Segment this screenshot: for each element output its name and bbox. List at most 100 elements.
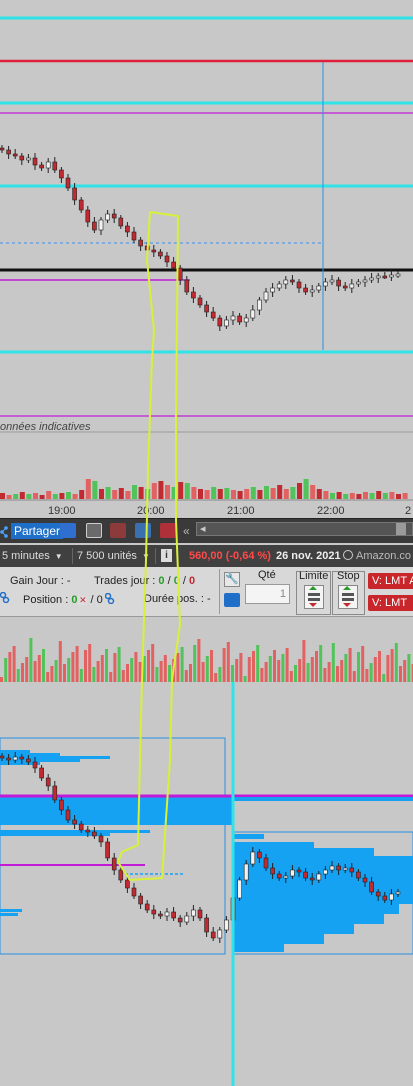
- candle: [336, 865, 341, 871]
- volume-bar: [79, 490, 85, 499]
- volume-bar: [63, 664, 66, 683]
- candle: [369, 881, 374, 893]
- volume-bar: [244, 489, 250, 499]
- volume-bar: [268, 656, 272, 683]
- volume-bar: [118, 488, 124, 499]
- share-button[interactable]: Partager: [0, 522, 64, 540]
- volume-bar: [224, 488, 230, 499]
- candle: [59, 169, 64, 179]
- volume-bar: [399, 666, 402, 683]
- volume-bar: [29, 638, 33, 683]
- volume-bar: [125, 491, 131, 499]
- candle: [111, 857, 117, 871]
- candle: [342, 285, 348, 289]
- order-book-icon[interactable]: [110, 523, 126, 538]
- volume-bar: [50, 666, 54, 683]
- sell-limit-button-2[interactable]: V: LMT: [368, 595, 413, 611]
- candle: [131, 887, 137, 897]
- candle: [224, 319, 229, 327]
- tool-icon[interactable]: [160, 523, 176, 538]
- volume-bar: [112, 490, 118, 499]
- volume-bar: [327, 662, 331, 683]
- info-icon[interactable]: i: [161, 549, 172, 562]
- candle: [0, 755, 5, 759]
- limit-order-icon[interactable]: [304, 585, 324, 609]
- time-axis-label: 20:00: [137, 505, 165, 517]
- candle: [296, 869, 302, 873]
- candle: [283, 279, 289, 285]
- quantity-label: Qté: [258, 569, 276, 581]
- volume-bar: [178, 482, 184, 499]
- lower-price-chart[interactable]: [0, 682, 413, 1086]
- candle: [177, 917, 183, 923]
- volume-bar: [155, 667, 159, 683]
- trades-lost: 0: [189, 575, 196, 587]
- upper-price-chart[interactable]: onnées indicatives 19:00 20:00 21:00 22:…: [0, 0, 413, 520]
- position-label: Position : 0 ✕ / 0: [23, 592, 115, 607]
- volume-bar: [172, 659, 176, 683]
- volume-bar: [12, 646, 16, 683]
- volume-bar: [54, 660, 58, 683]
- candle: [303, 871, 308, 879]
- collapse-button[interactable]: «: [183, 522, 190, 540]
- volume-bar: [16, 669, 20, 683]
- wrench-icon[interactable]: 🔧: [224, 572, 240, 587]
- volume-bar: [92, 667, 96, 683]
- volume-bar: [252, 651, 255, 683]
- candle: [237, 315, 242, 323]
- scroll-left-icon[interactable]: ◂: [200, 522, 206, 535]
- volume-bar: [158, 481, 164, 499]
- keypad-icon[interactable]: [224, 593, 240, 607]
- volume-bar: [151, 483, 157, 499]
- sell-limit-button[interactable]: V: LMT A: [368, 573, 413, 589]
- time-axis-label: 21:00: [227, 505, 255, 517]
- candle: [177, 267, 183, 281]
- link-icon[interactable]: [0, 591, 10, 606]
- volume-bar: [336, 492, 342, 499]
- candle: [329, 865, 335, 871]
- list-icon[interactable]: [86, 523, 102, 538]
- volume-bar: [132, 485, 137, 499]
- volume-bar: [201, 662, 205, 683]
- link-icon[interactable]: [104, 592, 115, 607]
- candle: [125, 879, 130, 889]
- scrollbar-thumb[interactable]: [396, 523, 406, 535]
- volume-bar: [193, 645, 197, 683]
- trades-label: Trades jour : 0 / 0 / 0: [94, 575, 195, 587]
- candle: [12, 153, 18, 157]
- chart-scrollbar[interactable]: [196, 522, 413, 536]
- volume-bar: [277, 660, 281, 683]
- volume-bar: [217, 489, 223, 499]
- units-select[interactable]: 7 500 unités ▼: [77, 550, 150, 562]
- volume-bar: [402, 493, 408, 499]
- chat-icon[interactable]: [60, 523, 76, 538]
- monitor-icon[interactable]: [135, 523, 151, 538]
- volume-bar: [26, 494, 32, 499]
- volume-bar: [151, 644, 155, 683]
- candle: [59, 799, 64, 811]
- candle: [342, 867, 348, 871]
- volume-bar: [46, 491, 52, 499]
- volume-bar: [210, 650, 213, 683]
- units-value: 7 500 unités: [77, 550, 137, 562]
- candle: [184, 915, 190, 923]
- position-separator: /: [87, 594, 97, 606]
- gain-label: Gain Jour : -: [10, 575, 71, 587]
- candle: [52, 161, 58, 171]
- volume-bar: [211, 487, 217, 499]
- instrument-label: Amazon.co: [356, 550, 412, 562]
- chevron-down-icon: ▼: [54, 552, 63, 561]
- volume-bar: [138, 662, 142, 683]
- candle: [138, 895, 143, 905]
- share-label: Partager: [11, 523, 64, 539]
- volume-bar: [67, 658, 71, 683]
- volume-bar: [59, 493, 65, 499]
- candle: [323, 281, 328, 287]
- volume-bar: [330, 493, 335, 499]
- volume-bar: [117, 647, 121, 683]
- quantity-input[interactable]: 1: [245, 584, 290, 604]
- interval-select[interactable]: 5 minutes ▼: [2, 550, 63, 562]
- stop-order-icon[interactable]: [338, 585, 358, 609]
- radio-icon[interactable]: [343, 550, 353, 560]
- volume-bar: [4, 658, 8, 683]
